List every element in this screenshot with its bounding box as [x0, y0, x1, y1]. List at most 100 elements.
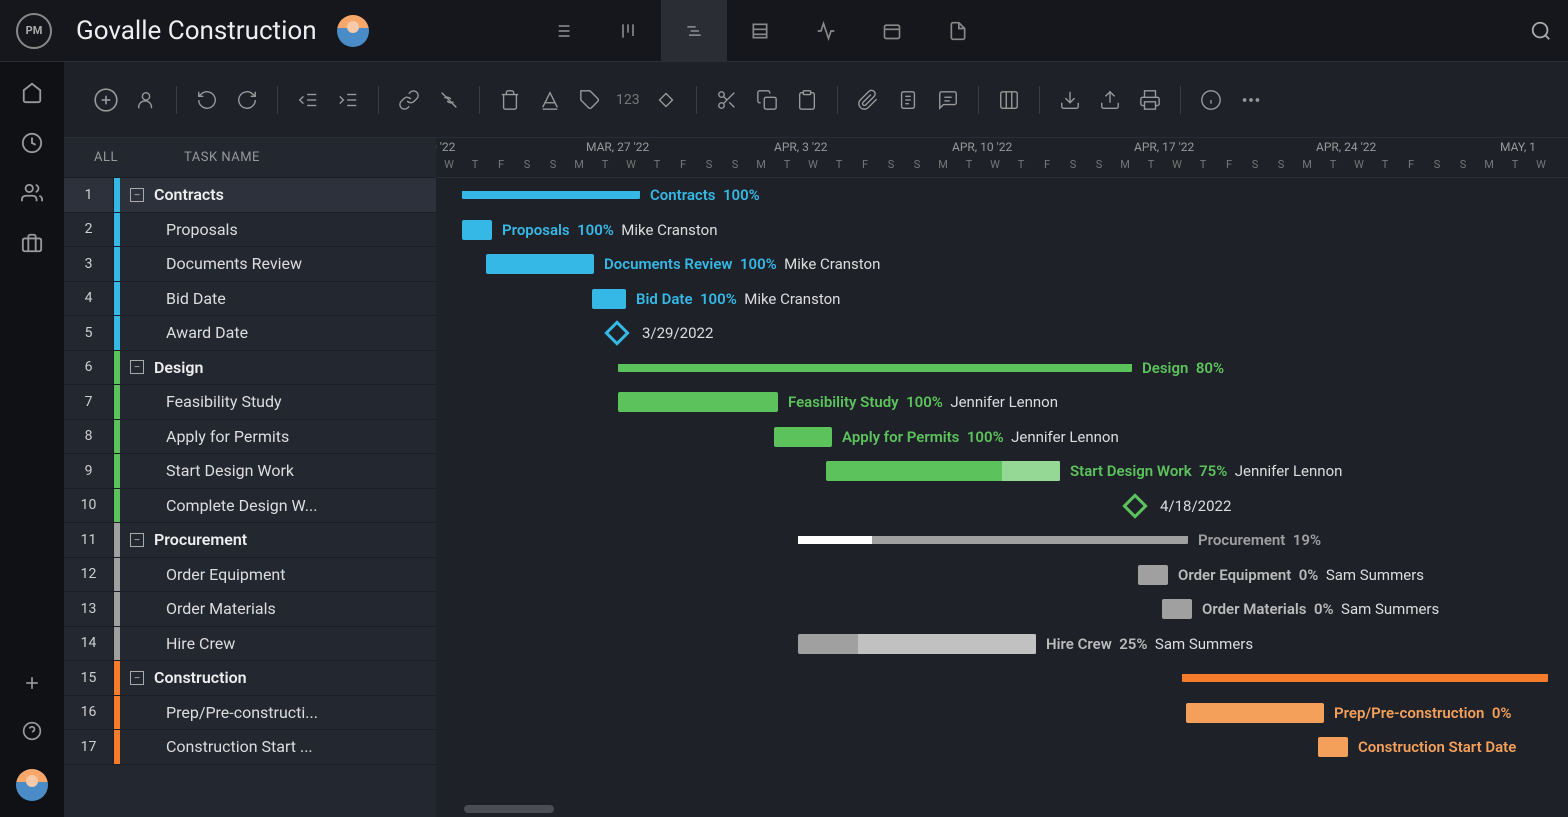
cut-icon[interactable]: [709, 82, 745, 118]
add-icon[interactable]: [88, 82, 124, 118]
notes-icon[interactable]: [890, 82, 926, 118]
summary-bar[interactable]: Procurement 19%: [798, 536, 1188, 544]
logo[interactable]: PM: [16, 13, 52, 49]
day-label: S: [1242, 158, 1268, 178]
day-label: T: [826, 158, 852, 178]
task-row[interactable]: 9 Start Design Work: [64, 454, 436, 489]
scroll-thumb[interactable]: [464, 805, 554, 813]
bar-label: Feasibility Study 100% Jennifer Lennon: [788, 393, 1058, 411]
info-icon[interactable]: [1193, 82, 1229, 118]
search-icon[interactable]: [1530, 20, 1552, 42]
task-row[interactable]: 14 Hire Crew: [64, 627, 436, 662]
task-bar[interactable]: Bid Date 100% Mike Cranston: [592, 289, 626, 309]
outdent-icon[interactable]: [290, 82, 326, 118]
export-icon[interactable]: [1092, 82, 1128, 118]
gantt-scrollbar[interactable]: [456, 805, 1548, 813]
plus-icon[interactable]: [22, 673, 42, 693]
user-avatar[interactable]: [16, 769, 48, 801]
view-list-icon[interactable]: [529, 0, 595, 62]
task-bar[interactable]: Feasibility Study 100% Jennifer Lennon: [618, 392, 778, 412]
task-bar[interactable]: Start Design Work 75% Jennifer Lennon: [826, 461, 1060, 481]
day-label: T: [956, 158, 982, 178]
redo-icon[interactable]: [229, 82, 265, 118]
week-label: , 20 '22: [436, 140, 455, 154]
print-icon[interactable]: [1132, 82, 1168, 118]
task-row[interactable]: 7 Feasibility Study: [64, 385, 436, 420]
task-bar[interactable]: Documents Review 100% Mike Cranston: [486, 254, 594, 274]
paste-icon[interactable]: [789, 82, 825, 118]
collapse-icon[interactable]: −: [130, 671, 144, 685]
undo-icon[interactable]: [189, 82, 225, 118]
user-icon[interactable]: [128, 82, 164, 118]
clock-icon[interactable]: [21, 132, 43, 154]
gantt-chart[interactable]: , 20 '22MAR, 27 '22APR, 3 '22APR, 10 '22…: [436, 138, 1568, 817]
help-icon[interactable]: [22, 721, 42, 741]
trash-icon[interactable]: [492, 82, 528, 118]
day-label: W: [982, 158, 1008, 178]
task-bar[interactable]: Prep/Pre-construction 0%: [1186, 703, 1324, 723]
day-label: W: [1164, 158, 1190, 178]
search-area: [1530, 20, 1552, 42]
unlink-icon[interactable]: [431, 82, 467, 118]
task-row[interactable]: 12 Order Equipment: [64, 558, 436, 593]
row-color-stripe: [114, 661, 120, 695]
task-bar[interactable]: Order Materials 0% Sam Summers: [1162, 599, 1192, 619]
view-activity-icon[interactable]: [793, 0, 859, 62]
task-row[interactable]: 3 Documents Review: [64, 247, 436, 282]
day-label: F: [1398, 158, 1424, 178]
task-bar[interactable]: Hire Crew 25% Sam Summers: [798, 634, 1036, 654]
briefcase-icon[interactable]: [21, 232, 43, 254]
task-row[interactable]: 2 Proposals: [64, 213, 436, 248]
task-row[interactable]: 10 Complete Design W...: [64, 489, 436, 524]
task-bar[interactable]: Construction Start Date: [1318, 737, 1348, 757]
task-row[interactable]: 17 Construction Start ...: [64, 730, 436, 765]
collapse-icon[interactable]: −: [130, 533, 144, 547]
task-row[interactable]: 6 − Design: [64, 351, 436, 386]
task-row[interactable]: 1 − Contracts: [64, 178, 436, 213]
task-row[interactable]: 15 − Construction: [64, 661, 436, 696]
columns-icon[interactable]: [991, 82, 1027, 118]
task-bar[interactable]: Order Equipment 0% Sam Summers: [1138, 565, 1168, 585]
link-icon[interactable]: [391, 82, 427, 118]
indent-icon[interactable]: [330, 82, 366, 118]
header-task-name[interactable]: TASK NAME: [184, 150, 436, 165]
task-row[interactable]: 16 Prep/Pre-constructi...: [64, 696, 436, 731]
text-style-icon[interactable]: [532, 82, 568, 118]
day-label: T: [644, 158, 670, 178]
milestone-marker[interactable]: [1122, 493, 1147, 518]
task-row[interactable]: 11 − Procurement: [64, 523, 436, 558]
summary-bar[interactable]: [1182, 674, 1548, 682]
day-label: F: [1216, 158, 1242, 178]
task-row[interactable]: 8 Apply for Permits: [64, 420, 436, 455]
task-bar[interactable]: Proposals 100% Mike Cranston: [462, 220, 492, 240]
view-calendar-icon[interactable]: [859, 0, 925, 62]
home-icon[interactable]: [21, 82, 43, 104]
header-all[interactable]: ALL: [64, 150, 184, 165]
list-header: ALL TASK NAME: [64, 138, 436, 178]
tag-icon[interactable]: [572, 82, 608, 118]
task-bar[interactable]: Apply for Permits 100% Jennifer Lennon: [774, 427, 832, 447]
view-sheet-icon[interactable]: [727, 0, 793, 62]
task-name: Award Date: [120, 323, 436, 342]
avatar[interactable]: [337, 15, 369, 47]
copy-icon[interactable]: [749, 82, 785, 118]
more-icon[interactable]: [1233, 82, 1269, 118]
view-board-icon[interactable]: [595, 0, 661, 62]
task-row[interactable]: 5 Award Date: [64, 316, 436, 351]
summary-bar[interactable]: Contracts 100%: [462, 191, 640, 199]
day-label: T: [1190, 158, 1216, 178]
view-file-icon[interactable]: [925, 0, 991, 62]
import-icon[interactable]: [1052, 82, 1088, 118]
task-name: Start Design Work: [120, 461, 436, 480]
milestone-icon[interactable]: [648, 82, 684, 118]
attachment-icon[interactable]: [850, 82, 886, 118]
collapse-icon[interactable]: −: [130, 360, 144, 374]
view-gantt-icon[interactable]: [661, 0, 727, 62]
summary-bar[interactable]: Design 80%: [618, 364, 1132, 372]
task-row[interactable]: 4 Bid Date: [64, 282, 436, 317]
people-icon[interactable]: [21, 182, 43, 204]
comment-icon[interactable]: [930, 82, 966, 118]
milestone-marker[interactable]: [604, 321, 629, 346]
task-row[interactable]: 13 Order Materials: [64, 592, 436, 627]
collapse-icon[interactable]: −: [130, 188, 144, 202]
